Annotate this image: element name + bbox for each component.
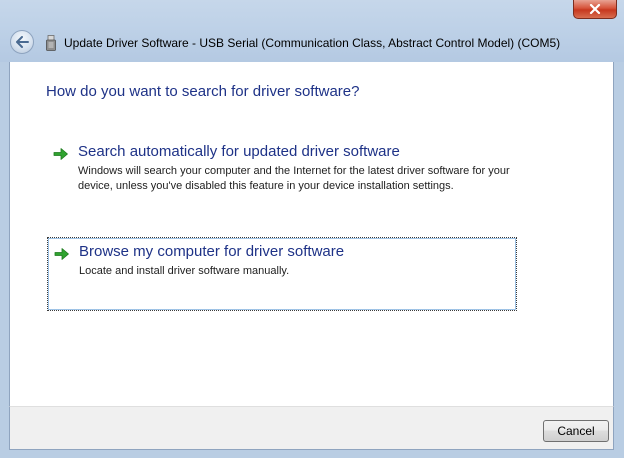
- close-icon: [589, 4, 601, 14]
- window-title-bar: Update Driver Software - USB Serial (Com…: [0, 0, 624, 62]
- option-title: Browse my computer for driver software: [79, 243, 345, 260]
- usb-device-icon: [46, 35, 56, 51]
- page-heading: How do you want to search for driver sof…: [46, 83, 360, 100]
- option-title: Search automatically for updated driver …: [78, 143, 400, 160]
- back-arrow-icon: [16, 36, 29, 48]
- option-description: Locate and install driver software manua…: [79, 265, 290, 277]
- dialog-footer: Cancel: [9, 406, 614, 450]
- search-automatically-option[interactable]: Search automatically for updated driver …: [47, 141, 517, 213]
- browse-computer-option[interactable]: Browse my computer for driver software L…: [47, 237, 517, 311]
- dialog-content: How do you want to search for driver sof…: [9, 62, 614, 406]
- back-button[interactable]: [10, 30, 34, 54]
- green-arrow-icon: [54, 248, 69, 260]
- close-button[interactable]: [573, 0, 617, 19]
- dialog-title: Update Driver Software - USB Serial (Com…: [64, 36, 561, 50]
- green-arrow-icon: [53, 148, 68, 160]
- option-description: Windows will search your computer and th…: [78, 165, 510, 192]
- cancel-button[interactable]: Cancel: [543, 420, 609, 442]
